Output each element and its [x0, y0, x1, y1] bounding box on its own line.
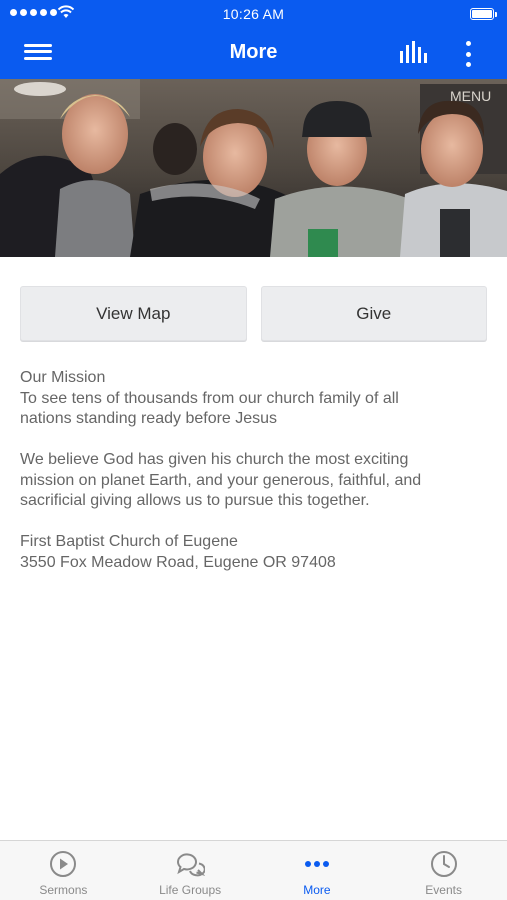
belief-line: mission on planet Earth, and your genero…: [20, 471, 422, 489]
action-buttons: View Map Give: [20, 286, 487, 341]
mission-heading: Our Mission: [20, 369, 106, 386]
tab-label: Sermons: [39, 883, 88, 897]
belief-line: sacrificial giving allows us to pursue t…: [20, 492, 370, 509]
battery-icon: [470, 8, 497, 20]
nav-bar: More: [0, 28, 507, 79]
status-bar: 10:26 AM: [0, 0, 507, 28]
mission-line: To see tens of thousands from our church…: [20, 389, 399, 407]
belief-paragraph: We believe God has given his church the …: [20, 450, 490, 512]
tab-life-groups[interactable]: Life Groups: [127, 841, 254, 900]
tab-events[interactable]: Events: [380, 841, 507, 900]
mission-paragraph: Our Mission To see tens of thousands fro…: [20, 368, 490, 430]
page-title: More: [229, 41, 278, 63]
view-map-button[interactable]: View Map: [20, 286, 247, 341]
tab-label: Events: [425, 883, 462, 897]
tab-label: More: [303, 883, 331, 897]
mission-line: nations standing ready before Jesus: [20, 410, 278, 427]
tab-bar: Sermons Life Groups More Events: [0, 840, 507, 900]
more-dots-icon: [304, 861, 329, 867]
play-circle-icon: [50, 851, 77, 877]
chat-bubbles-icon: [177, 853, 206, 877]
status-time: 10:26 AM: [222, 6, 285, 22]
tab-sermons[interactable]: Sermons: [0, 841, 127, 900]
belief-line: We believe God has given his church the …: [20, 451, 409, 468]
mission-text: Our Mission To see tens of thousands fro…: [20, 368, 490, 594]
hero-image: MENU: [0, 79, 507, 257]
tab-more[interactable]: More: [254, 841, 381, 900]
address-paragraph: First Baptist Church of Eugene 3550 Fox …: [20, 532, 490, 573]
audio-bars-icon[interactable]: [398, 41, 430, 65]
give-button[interactable]: Give: [260, 286, 487, 341]
clock-icon: [430, 851, 457, 877]
more-options-icon[interactable]: [458, 39, 478, 69]
tab-label: Life Groups: [159, 883, 222, 897]
church-name: First Baptist Church of Eugene: [20, 533, 238, 550]
church-address: 3550 Fox Meadow Road, Eugene OR 97408: [20, 553, 336, 571]
